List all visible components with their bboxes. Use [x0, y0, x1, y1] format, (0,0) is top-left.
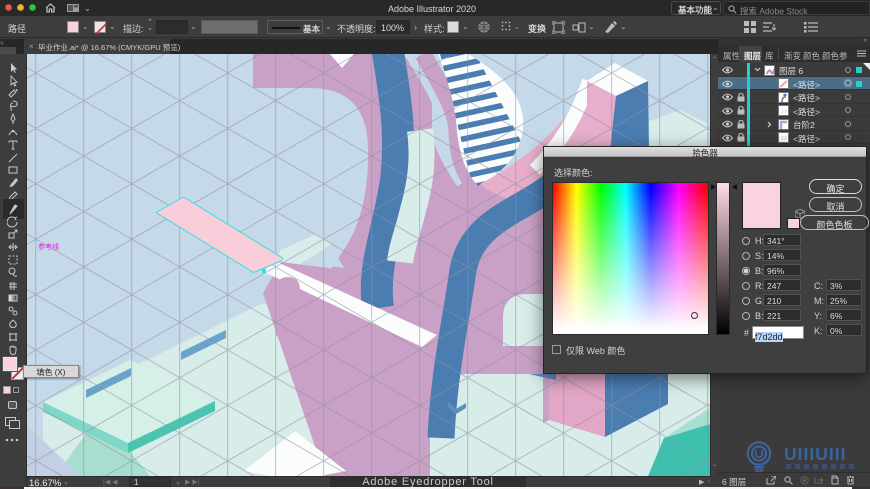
svg-text:UIIIUIII: UIIIUIII	[784, 444, 846, 464]
